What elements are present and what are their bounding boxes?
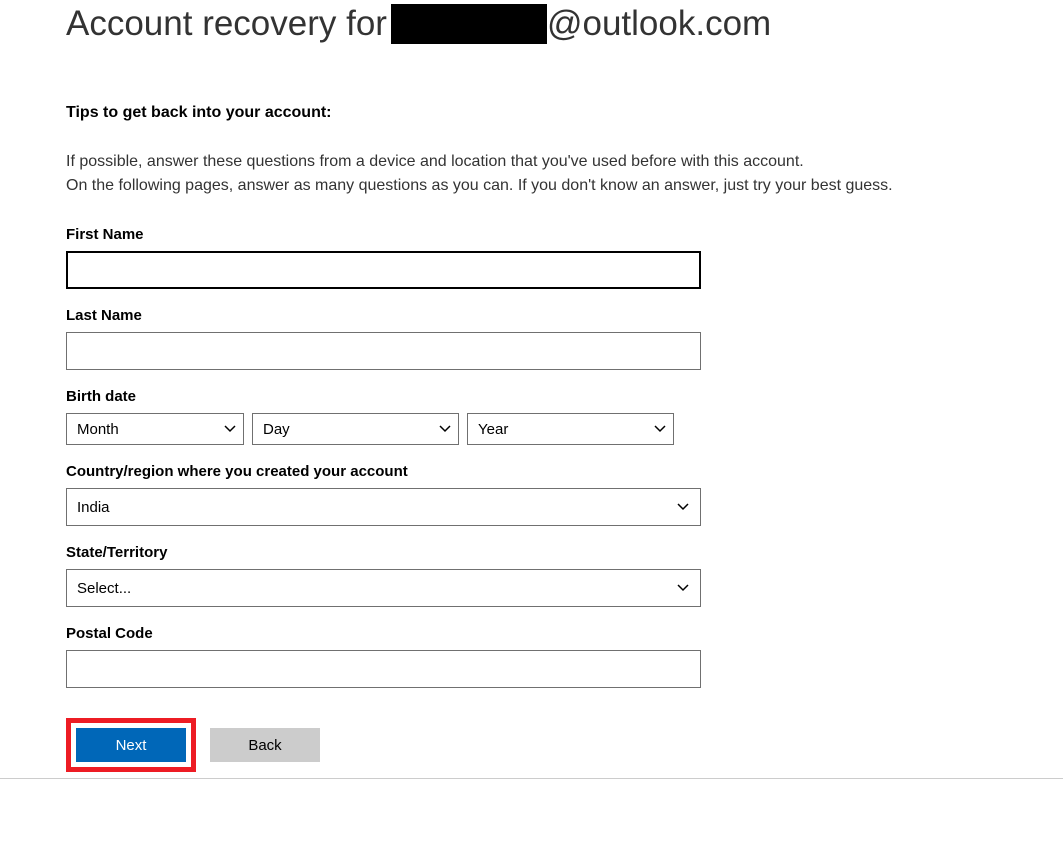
birth-month-select[interactable]: Month (66, 413, 244, 445)
tips-line-2: On the following pages, answer as many q… (66, 174, 997, 198)
state-select[interactable]: Select... (66, 569, 701, 607)
tips-body: If possible, answer these questions from… (66, 150, 997, 198)
tips-line-1: If possible, answer these questions from… (66, 150, 997, 174)
back-button[interactable]: Back (210, 728, 320, 762)
birth-year-select[interactable]: Year (467, 413, 674, 445)
first-name-input[interactable] (66, 251, 701, 289)
next-button[interactable]: Next (76, 728, 186, 762)
redacted-username (391, 4, 547, 44)
birth-date-label: Birth date (66, 388, 997, 405)
page-title: Account recovery for @outlook.com (66, 4, 997, 44)
first-name-label: First Name (66, 226, 997, 243)
country-label: Country/region where you created your ac… (66, 463, 997, 480)
email-domain: @outlook.com (547, 4, 771, 44)
next-button-highlight: Next (66, 718, 196, 772)
tips-heading: Tips to get back into your account: (66, 104, 997, 122)
postal-label: Postal Code (66, 625, 997, 642)
state-label: State/Territory (66, 544, 997, 561)
last-name-label: Last Name (66, 307, 997, 324)
title-prefix: Account recovery for (66, 4, 387, 44)
birth-day-select[interactable]: Day (252, 413, 459, 445)
country-select[interactable]: India (66, 488, 701, 526)
postal-input[interactable] (66, 650, 701, 688)
last-name-input[interactable] (66, 332, 701, 370)
